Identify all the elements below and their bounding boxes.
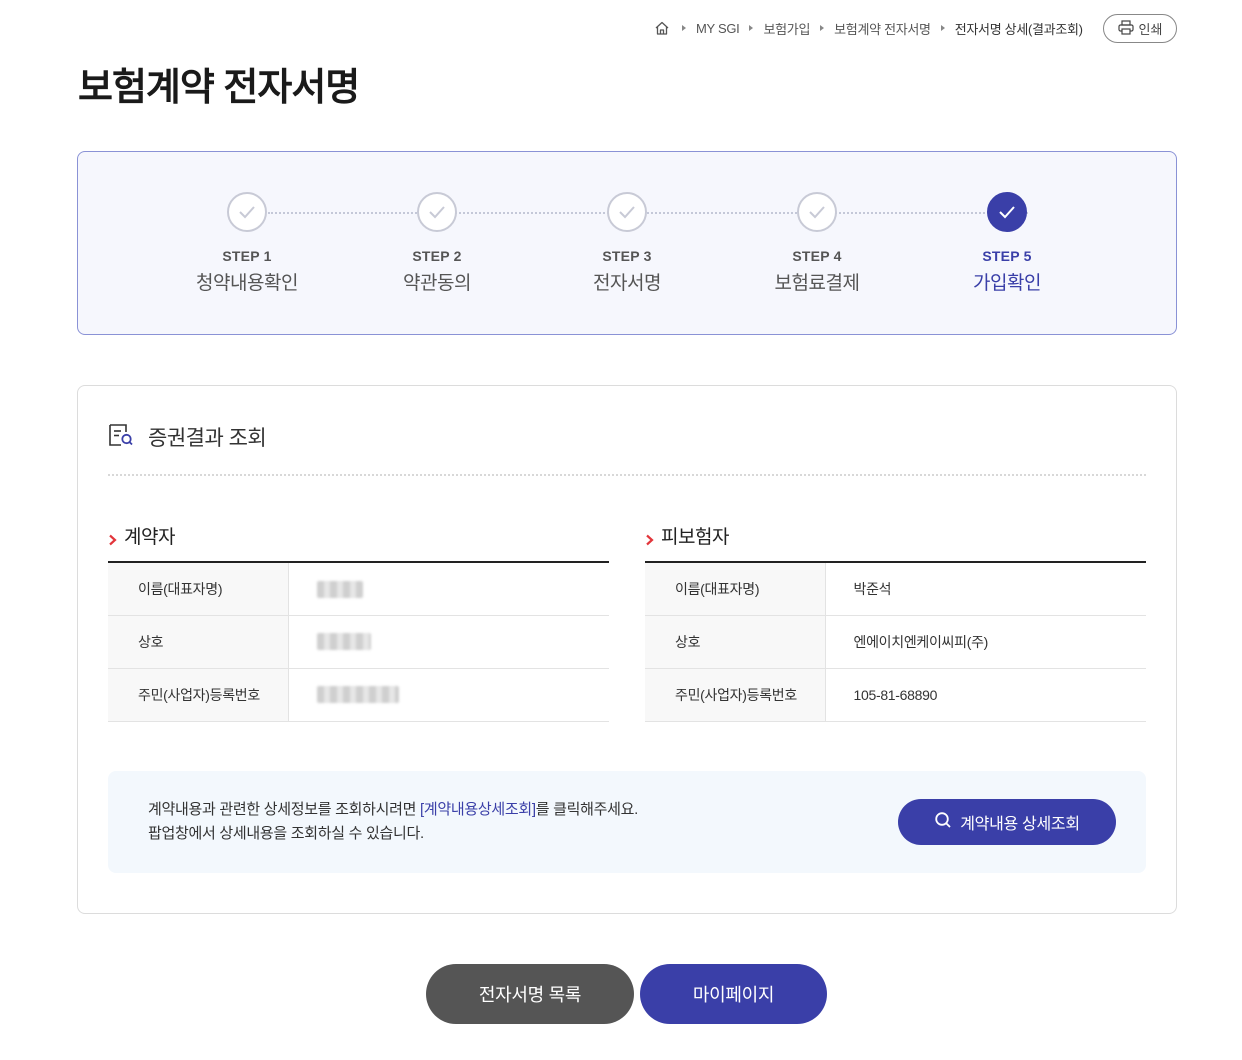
insured-heading: 피보험자 xyxy=(645,522,729,549)
check-icon xyxy=(797,192,837,232)
notice-line-2: 팝업창에서 상세내용을 조회하실 수 있습니다. xyxy=(148,825,424,842)
table-row: 상호 xyxy=(108,615,609,669)
print-button-label: 인쇄 xyxy=(1138,22,1163,37)
step-5: STEP 5 가입확인 xyxy=(937,192,1077,295)
step-3: STEP 3 전자서명 xyxy=(557,192,697,295)
esign-list-button[interactable]: 전자서명 목록 xyxy=(426,964,634,1024)
step-2: STEP 2 약관동의 xyxy=(367,192,507,295)
row-value: 엔에이치엔케이씨피(주) xyxy=(825,615,1146,669)
row-label: 상호 xyxy=(108,615,289,669)
notice-text-pre: 계약내용과 관련한 상세정보를 조회하시려면 xyxy=(148,801,420,818)
check-icon xyxy=(607,192,647,232)
breadcrumb-separator-icon xyxy=(820,25,825,31)
step-1: STEP 1 청약내용확인 xyxy=(177,192,317,295)
step-number: STEP 3 xyxy=(602,248,652,264)
row-value xyxy=(288,562,609,616)
masked-value xyxy=(316,686,399,704)
breadcrumb-item-mysgi[interactable]: MY SGI xyxy=(696,21,740,36)
dotted-divider xyxy=(108,474,1146,476)
step-progress: STEP 1 청약내용확인 STEP 2 약관동의 STEP 3 전자서명 ST… xyxy=(77,151,1177,335)
table-row: 주민(사업자)등록번호 105-81-68890 xyxy=(645,668,1146,722)
row-label: 주민(사업자)등록번호 xyxy=(108,668,289,722)
breadcrumb-separator-icon xyxy=(682,25,686,31)
row-label: 상호 xyxy=(645,615,826,669)
step-number: STEP 5 xyxy=(982,248,1032,264)
step-name: 청약내용확인 xyxy=(196,273,298,294)
insured-table: 이름(대표자명) 박준석 상호 엔에이치엔케이씨피(주) 주민(사업자)등록번호… xyxy=(645,561,1146,722)
step-number: STEP 2 xyxy=(412,248,462,264)
table-row: 주민(사업자)등록번호 xyxy=(108,668,609,722)
table-row: 이름(대표자명) 박준석 xyxy=(645,562,1146,616)
contractor-heading: 계약자 xyxy=(108,522,175,549)
check-icon xyxy=(227,192,267,232)
insured-heading-label: 피보험자 xyxy=(661,527,729,548)
contract-detail-button-label: 계약내용 상세조회 xyxy=(960,816,1080,833)
contract-detail-button[interactable]: 계약내용 상세조회 xyxy=(898,799,1116,845)
breadcrumb-separator-icon xyxy=(749,25,754,31)
masked-value xyxy=(316,633,371,651)
step-name: 보험료결제 xyxy=(774,273,860,294)
card-title: 증권결과 조회 xyxy=(148,427,267,450)
step-number: STEP 1 xyxy=(222,248,272,264)
step-name: 약관동의 xyxy=(403,273,471,294)
notice-text-post: 를 클릭해주세요. xyxy=(535,801,639,818)
contractor-heading-label: 계약자 xyxy=(124,527,175,548)
check-icon xyxy=(987,192,1027,232)
chevron-right-icon xyxy=(645,530,655,545)
card-header: 증권결과 조회 xyxy=(108,422,267,452)
search-icon xyxy=(934,811,952,834)
page-title: 보험계약 전자서명 xyxy=(78,67,360,109)
breadcrumb-separator-icon xyxy=(940,25,945,31)
policy-result-card: 증권결과 조회 계약자 이름(대표자명) 상호 주민(사업자)등록번호 피보험자… xyxy=(77,385,1177,914)
breadcrumb-item-esign[interactable]: 보험계약 전자서명 xyxy=(834,19,931,38)
row-value xyxy=(288,668,609,722)
masked-value xyxy=(316,580,363,598)
row-label: 주민(사업자)등록번호 xyxy=(645,668,826,722)
step-name: 가입확인 xyxy=(973,273,1041,294)
home-icon[interactable] xyxy=(654,19,672,37)
row-value xyxy=(288,615,609,669)
contract-detail-link: [계약내용상세조회] xyxy=(419,801,536,818)
mypage-button[interactable]: 마이페이지 xyxy=(640,964,827,1024)
notice-box: 계약내용과 관련한 상세정보를 조회하시려면 [계약내용상세조회]를 클릭해주세… xyxy=(108,771,1146,873)
breadcrumb: MY SGI 보험가입 보험계약 전자서명 전자서명 상세(결과조회) xyxy=(654,17,1083,39)
document-search-icon xyxy=(108,423,134,452)
step-name: 전자서명 xyxy=(593,273,661,294)
step-number: STEP 4 xyxy=(792,248,842,264)
row-value: 박준석 xyxy=(825,562,1146,616)
chevron-right-icon xyxy=(108,530,118,545)
check-icon xyxy=(417,192,457,232)
print-button[interactable]: 인쇄 xyxy=(1103,14,1177,43)
notice-text: 계약내용과 관련한 상세정보를 조회하시려면 [계약내용상세조회]를 클릭해주세… xyxy=(148,798,638,846)
row-label: 이름(대표자명) xyxy=(645,562,826,616)
contractor-table: 이름(대표자명) 상호 주민(사업자)등록번호 xyxy=(108,561,609,722)
row-label: 이름(대표자명) xyxy=(108,562,289,616)
notice-line-1: 계약내용과 관련한 상세정보를 조회하시려면 [계약내용상세조회]를 클릭해주세… xyxy=(148,798,638,822)
breadcrumb-item-current: 전자서명 상세(결과조회) xyxy=(954,21,1083,37)
printer-icon xyxy=(1117,19,1134,38)
row-value: 105-81-68890 xyxy=(825,668,1146,722)
table-row: 상호 엔에이치엔케이씨피(주) xyxy=(645,615,1146,669)
breadcrumb-item-insurance-join[interactable]: 보험가입 xyxy=(763,19,810,38)
step-4: STEP 4 보험료결제 xyxy=(747,192,887,295)
table-row: 이름(대표자명) xyxy=(108,562,609,616)
